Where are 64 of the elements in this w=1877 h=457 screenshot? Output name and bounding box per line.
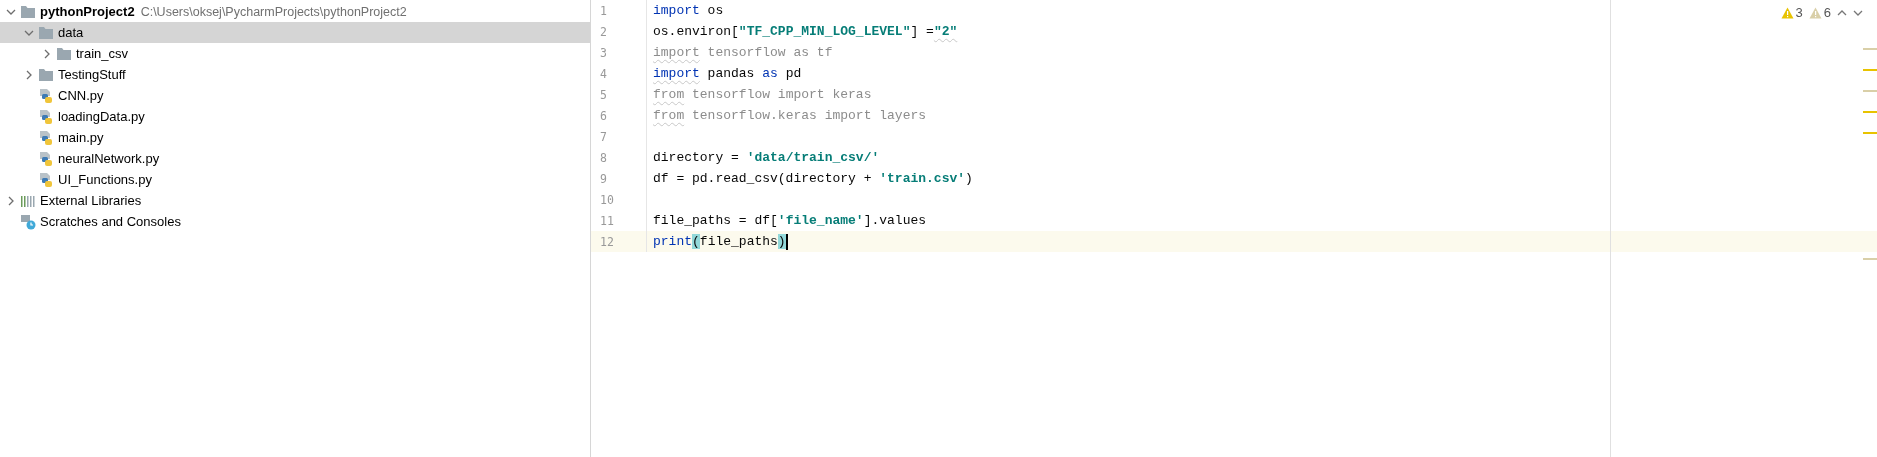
tree-row[interactable]: main.py — [0, 127, 590, 148]
line-number: 2 — [591, 21, 647, 42]
tree-row[interactable]: External Libraries — [0, 190, 590, 211]
code-line: os.environ["TF_CPP_MIN_LOG_LEVEL"] ="2" — [652, 24, 958, 39]
tree-row[interactable]: Scratches and Consoles — [0, 211, 590, 232]
item-label: data — [58, 25, 84, 40]
code-line: import pandas as pd — [652, 66, 802, 81]
python-file-icon — [38, 150, 54, 167]
python-file-icon — [38, 87, 54, 104]
library-icon — [20, 193, 36, 208]
folder-icon — [20, 4, 36, 19]
chevron-right-icon[interactable] — [42, 48, 52, 59]
folder-icon — [56, 46, 72, 61]
line-number: 1 — [591, 0, 647, 21]
item-label: train_csv — [76, 46, 129, 61]
scratches-icon — [20, 213, 36, 230]
code-line: from tensorflow.keras import layers — [652, 108, 927, 123]
tree-row[interactable]: loadingData.py — [0, 106, 590, 127]
code-line: directory = 'data/train_csv/' — [652, 150, 880, 165]
tree-row[interactable]: TestingStuff — [0, 64, 590, 85]
item-label: pythonProject2 — [40, 4, 135, 19]
line-number: 6 — [591, 105, 647, 126]
chevron-up-icon[interactable] — [1837, 8, 1847, 17]
warning-count[interactable]: 3 — [1780, 5, 1803, 20]
item-label: UI_Functions.py — [58, 172, 152, 187]
line-number: 10 — [591, 189, 647, 210]
line-number: 9 — [591, 168, 647, 189]
item-label: External Libraries — [40, 193, 142, 208]
item-label: neuralNetwork.py — [58, 151, 160, 166]
line-number: 3 — [591, 42, 647, 63]
folder-icon — [38, 67, 54, 82]
line-number: 12 — [591, 231, 647, 252]
warning-icon — [1808, 6, 1822, 19]
item-label: TestingStuff — [58, 67, 126, 82]
code-line: df = pd.read_csv(directory + 'train.csv') — [652, 171, 973, 186]
code-line: from tensorflow import keras — [652, 87, 872, 102]
code-line: import tensorflow as tf — [652, 45, 833, 60]
item-label: main.py — [58, 130, 104, 145]
warning-count[interactable]: 6 — [1808, 5, 1831, 20]
chevron-right-icon[interactable] — [6, 195, 16, 206]
tree-row[interactable]: data — [0, 22, 590, 43]
line-number: 5 — [591, 84, 647, 105]
tree-row[interactable]: neuralNetwork.py — [0, 148, 590, 169]
tree-row[interactable]: train_csv — [0, 43, 590, 64]
tree-row[interactable]: UI_Functions.py — [0, 169, 590, 190]
item-label: CNN.py — [58, 88, 104, 103]
folder-icon — [38, 25, 54, 40]
warning-icon — [1780, 6, 1794, 19]
chevron-right-icon[interactable] — [24, 69, 34, 80]
item-label: loadingData.py — [58, 109, 145, 124]
code-line: import os — [652, 3, 724, 18]
line-number: 4 — [591, 63, 647, 84]
code-line: print(file_paths) — [652, 233, 788, 250]
python-file-icon — [38, 171, 54, 188]
python-file-icon — [38, 129, 54, 146]
line-number: 8 — [591, 147, 647, 168]
python-file-icon — [38, 108, 54, 125]
code-line: file_paths = df['file_name'].values — [652, 213, 927, 228]
tree-row[interactable]: pythonProject2 C:\Users\oksej\PycharmProjects\pythonProject2 — [0, 1, 590, 22]
tree-row[interactable]: CNN.py — [0, 85, 590, 106]
line-number: 7 — [591, 126, 647, 147]
item-label: Scratches and Consoles — [40, 214, 181, 229]
project-path: C:\Users\oksej\PycharmProjects\pythonProject2 — [140, 4, 407, 19]
chevron-down-icon[interactable] — [1853, 8, 1863, 17]
